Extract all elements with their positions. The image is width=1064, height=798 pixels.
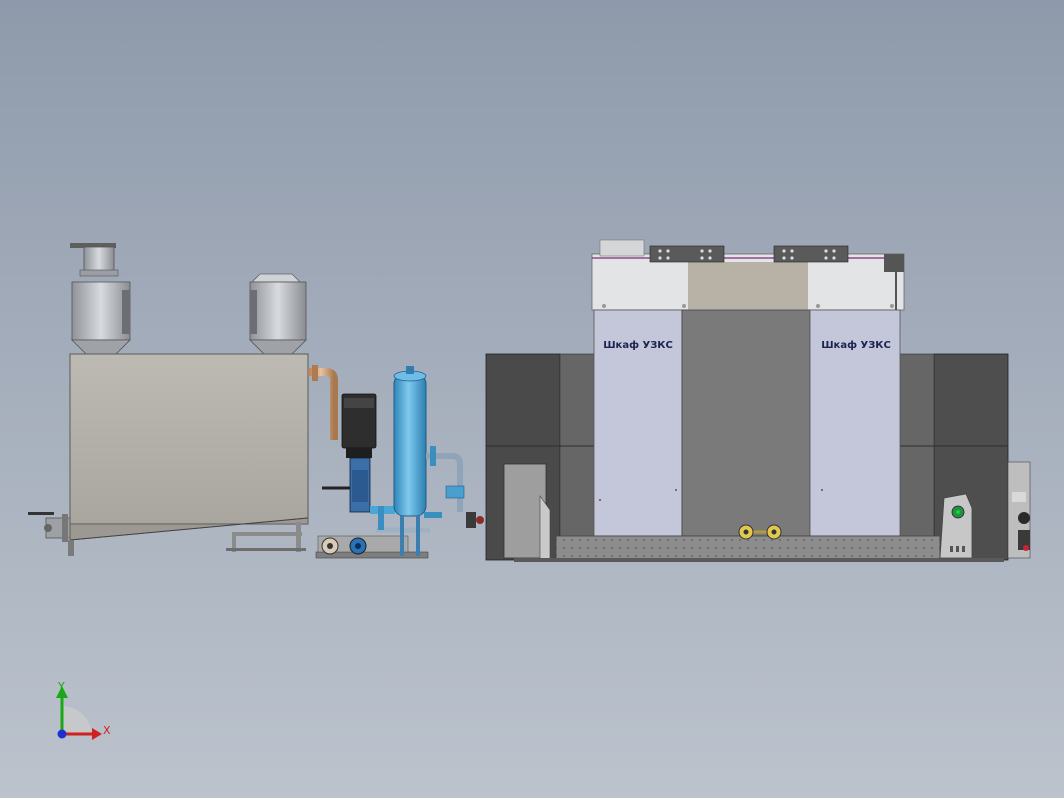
cabinet-left-label: Шкаф УЗКС xyxy=(603,339,673,351)
drain-valve xyxy=(28,512,71,542)
cabinet-right-label: Шкаф УЗКС xyxy=(821,339,891,351)
x-axis-label: X xyxy=(103,724,111,737)
tank-body xyxy=(69,353,309,525)
settling-tank-assembly xyxy=(28,243,338,556)
exhaust-hood-left xyxy=(70,243,131,355)
x-axis-arrow xyxy=(92,728,102,740)
support-bracket-valve xyxy=(939,493,973,559)
cad-viewport[interactable]: Шкаф УЗКС Шкаф УЗКС Y X xyxy=(0,0,1064,798)
center-wall xyxy=(681,309,811,537)
axis-triad: Y X xyxy=(56,680,111,740)
pump-station xyxy=(315,366,484,559)
exhaust-hood-right xyxy=(249,273,307,355)
z-axis-dot xyxy=(57,729,67,739)
floor-grate xyxy=(555,535,941,561)
container-assembly: Шкаф УЗКС Шкаф УЗКС xyxy=(485,239,1031,562)
y-axis-label: Y xyxy=(57,680,65,693)
